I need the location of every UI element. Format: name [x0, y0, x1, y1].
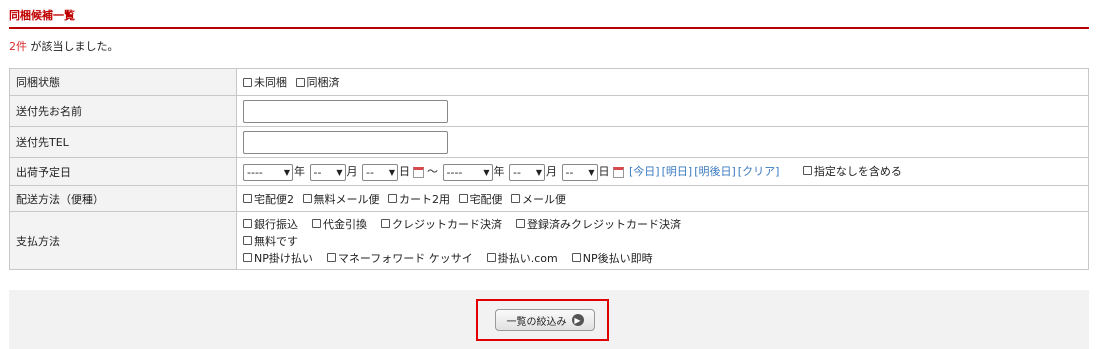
checkbox-box[interactable] [458, 194, 468, 203]
checkbox-payment-bank-transfer[interactable]: 銀行振込 [243, 216, 298, 232]
checkbox-box[interactable] [388, 194, 397, 203]
row-bundle-status: 同梱状態 未同梱 同梱済 [9, 68, 1089, 96]
chevron-down-icon: ▼ [588, 167, 595, 177]
title-divider [9, 27, 1089, 29]
from-year-select[interactable]: ---- ▼ [243, 163, 293, 181]
checkbox-unbundled[interactable]: 未同梱 [243, 74, 287, 90]
checkbox-box[interactable] [243, 236, 252, 245]
label-payment-method: 支払方法 [9, 211, 237, 270]
checkbox-box[interactable] [381, 219, 390, 228]
checkbox-box[interactable] [302, 194, 312, 203]
result-suffix: が該当しました。 [27, 40, 119, 53]
checkbox-box[interactable] [516, 219, 525, 228]
recipient-tel-cell [236, 126, 1089, 158]
payment-row-1: 銀行振込 代金引換 クレジットカード決済 登録済みクレジットカード決済 [243, 216, 1082, 232]
from-month-select[interactable]: -- ▼ [309, 163, 346, 181]
checkbox-box[interactable] [571, 253, 581, 262]
checkbox-box[interactable] [243, 194, 252, 203]
chevron-down-icon: ▼ [283, 167, 290, 177]
link-clear[interactable]: [クリア] [738, 165, 780, 178]
recipient-tel-input[interactable] [243, 130, 448, 154]
checkbox-box[interactable] [295, 77, 305, 87]
payment-method-options: 銀行振込 代金引換 クレジットカード決済 登録済みクレジットカード決済 無料です… [236, 211, 1089, 270]
checkbox-payment-credit-card[interactable]: クレジットカード決済 [381, 216, 502, 232]
checkbox-box[interactable] [243, 77, 252, 87]
chevron-down-icon: ▼ [483, 167, 490, 177]
checkbox-include-unset[interactable]: 指定なしを含める [802, 163, 902, 179]
calendar-icon[interactable] [612, 166, 624, 178]
checkbox-payment-saved-credit-card[interactable]: 登録済みクレジットカード決済 [516, 216, 681, 232]
section-title: 同梱候補一覧 [9, 9, 75, 22]
chevron-down-icon: ▼ [535, 167, 542, 177]
result-count: 2件 [9, 40, 27, 53]
delivery-method-options: 宅配便2 無料メール便 カート2用 宅配便 メール便 [236, 185, 1089, 212]
row-payment-method: 支払方法 銀行振込 代金引換 クレジットカード決済 登録済みクレジットカード決済… [9, 211, 1089, 270]
link-today[interactable]: [今日] [629, 165, 660, 178]
checkbox-box[interactable] [326, 253, 336, 262]
checkbox-delivery-takuhaibin2[interactable]: 宅配便2 [243, 191, 294, 207]
checkbox-bundled[interactable]: 同梱済 [295, 74, 340, 90]
checkbox-delivery-cart2[interactable]: カート2用 [388, 191, 450, 207]
link-tomorrow[interactable]: [明日] [662, 165, 693, 178]
search-criteria-table: 同梱状態 未同梱 同梱済 送付先お名前 送付先TEL 出荷予定日 ---- ▼ 年 … [9, 68, 1089, 270]
chevron-down-icon: ▼ [336, 167, 343, 177]
link-day-after-tomorrow[interactable]: [明後日] [694, 165, 736, 178]
checkbox-payment-np-atobarai[interactable]: NP後払い即時 [571, 250, 653, 266]
checkbox-payment-free[interactable]: 無料です [243, 233, 298, 249]
bundle-status-options: 未同梱 同梱済 [236, 68, 1089, 96]
label-delivery-method: 配送方法（便種） [9, 185, 237, 212]
checkbox-box[interactable] [802, 166, 812, 175]
label-recipient-name: 送付先お名前 [9, 95, 237, 127]
filter-list-button[interactable]: 一覧の絞込み ▶ [495, 309, 595, 331]
checkbox-delivery-takuhaibin[interactable]: 宅配便 [458, 191, 503, 207]
checkbox-payment-cod[interactable]: 代金引換 [312, 216, 367, 232]
checkbox-box[interactable] [486, 253, 496, 262]
checkbox-delivery-mail[interactable]: メール便 [511, 191, 566, 207]
checkbox-box[interactable] [312, 219, 321, 228]
calendar-icon[interactable] [413, 166, 424, 178]
chevron-down-icon: ▼ [388, 167, 395, 177]
label-recipient-tel: 送付先TEL [9, 126, 237, 158]
payment-row-2: 無料です [243, 233, 1082, 249]
checkbox-payment-kakebarai-com[interactable]: 掛払い.com [486, 250, 558, 266]
row-ship-date: 出荷予定日 ---- ▼ 年 -- ▼ 月 -- ▼ 日～ ---- ▼ 年 -- ▼ 月 -- ▼ 日… [9, 157, 1089, 186]
to-day-select[interactable]: -- ▼ [561, 163, 598, 181]
from-day-select[interactable]: -- ▼ [362, 163, 398, 181]
checkbox-box[interactable] [243, 219, 252, 228]
ship-date-cell: ---- ▼ 年 -- ▼ 月 -- ▼ 日～ ---- ▼ 年 -- ▼ 月 -- ▼ 日 [今日][… [236, 157, 1089, 186]
label-bundle-status: 同梱状態 [9, 68, 237, 96]
arrow-right-circle-icon: ▶ [571, 314, 584, 326]
checkbox-payment-np-kakebarai[interactable]: NP掛け払い [243, 250, 313, 266]
recipient-name-input[interactable] [243, 99, 448, 123]
label-ship-date: 出荷予定日 [9, 157, 237, 186]
to-month-select[interactable]: -- ▼ [509, 163, 545, 181]
result-summary: 2件 が該当しました。 [9, 38, 119, 54]
to-year-select[interactable]: ---- ▼ [442, 163, 493, 181]
filter-button-label: 一覧の絞込み [506, 316, 567, 328]
checkbox-box[interactable] [243, 253, 252, 262]
row-recipient-tel: 送付先TEL [9, 126, 1089, 158]
recipient-name-cell [236, 95, 1089, 127]
checkbox-payment-moneyforward[interactable]: マネーフォワード ケッサイ [326, 250, 473, 266]
checkbox-box[interactable] [511, 194, 520, 203]
row-recipient-name: 送付先お名前 [9, 95, 1089, 127]
checkbox-delivery-free-mail[interactable]: 無料メール便 [302, 191, 380, 207]
row-delivery-method: 配送方法（便種） 宅配便2 無料メール便 カート2用 宅配便 メール便 [9, 185, 1089, 212]
payment-row-3: NP掛け払い マネーフォワード ケッサイ 掛払い.com NP後払い即時 [243, 250, 1082, 266]
